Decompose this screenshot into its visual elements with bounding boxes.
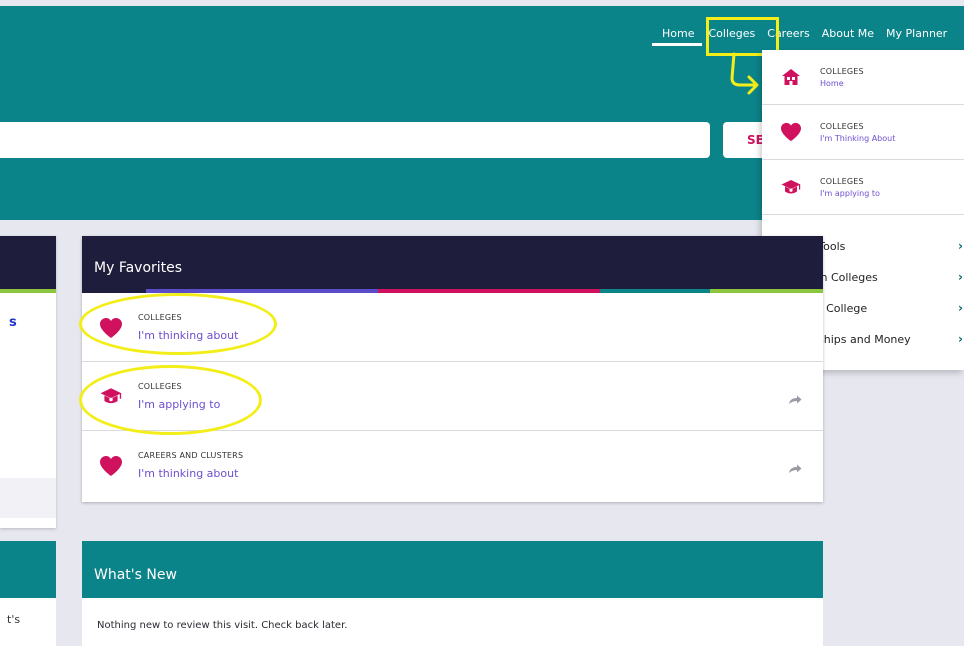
favorite-category: CAREERS AND CLUSTERS	[138, 451, 244, 460]
my-favorites-title: My Favorites	[82, 236, 823, 289]
whats-new-message: Nothing new to review this visit. Check …	[97, 620, 348, 631]
nav-my-planner[interactable]: My Planner	[880, 22, 953, 46]
chevron-right-icon: ›	[958, 332, 963, 346]
nav-careers[interactable]: Careers	[761, 22, 816, 46]
favorite-item-colleges-thinking[interactable]: COLLEGES I'm thinking about	[82, 293, 823, 362]
left-card-partial: s	[0, 236, 56, 528]
graduation-cap-icon	[99, 386, 123, 406]
dropdown-entry-label: Home	[820, 78, 844, 88]
favorite-category: COLLEGES	[138, 382, 182, 391]
dropdown-entry-label: I'm Thinking About	[820, 133, 896, 143]
favorite-label[interactable]: I'm applying to	[138, 398, 220, 411]
share-arrow-icon[interactable]	[788, 459, 802, 478]
heart-icon	[99, 317, 123, 339]
left-card-link[interactable]: s	[9, 315, 17, 330]
nav-home[interactable]: Home	[652, 22, 703, 46]
dropdown-entry-colleges-home[interactable]: COLLEGES Home	[762, 50, 964, 105]
dropdown-entry-category: COLLEGES	[820, 176, 864, 186]
favorite-label[interactable]: I'm thinking about	[138, 467, 238, 480]
graduation-cap-icon	[780, 178, 802, 196]
dropdown-entry-category: COLLEGES	[820, 121, 864, 131]
left-card-2-header	[0, 541, 56, 598]
whats-new-card: What's New Nothing new to review this vi…	[82, 541, 823, 646]
chevron-right-icon: ›	[958, 239, 963, 253]
top-nav: Home Colleges Careers About Me My Planne…	[652, 22, 953, 46]
whats-new-title: What's New	[82, 541, 823, 598]
search-input[interactable]	[0, 122, 710, 158]
house-icon	[780, 68, 802, 86]
favorite-label[interactable]: I'm thinking about	[138, 329, 238, 342]
nav-about-me[interactable]: About Me	[816, 22, 880, 46]
left-card-stripe	[0, 289, 56, 293]
left-card-2-partial: t's	[0, 541, 56, 646]
left-card-2-text: t's	[7, 613, 21, 626]
heart-icon	[99, 455, 123, 477]
dropdown-entry-colleges-applying[interactable]: COLLEGES I'm applying to	[762, 160, 964, 215]
left-card-header	[0, 236, 56, 289]
left-card-footer	[0, 478, 56, 518]
heart-icon	[780, 122, 802, 142]
favorite-item-careers-thinking[interactable]: CAREERS AND CLUSTERS I'm thinking about	[82, 431, 823, 500]
chevron-right-icon: ›	[958, 301, 963, 315]
chevron-right-icon: ›	[958, 270, 963, 284]
my-favorites-card: My Favorites COLLEGES I'm thinking about…	[82, 236, 823, 502]
nav-colleges[interactable]: Colleges	[702, 22, 761, 46]
dropdown-entry-colleges-thinking[interactable]: COLLEGES I'm Thinking About	[762, 105, 964, 160]
favorite-category: COLLEGES	[138, 313, 182, 322]
dropdown-entry-label: I'm applying to	[820, 188, 880, 198]
share-arrow-icon[interactable]	[788, 390, 802, 409]
favorite-item-colleges-applying[interactable]: COLLEGES I'm applying to	[82, 362, 823, 431]
dropdown-entry-category: COLLEGES	[820, 66, 864, 76]
